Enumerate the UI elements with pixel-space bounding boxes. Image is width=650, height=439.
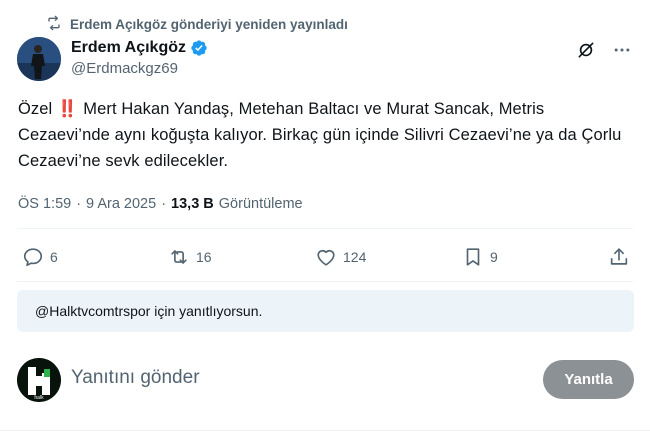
tweet-body: Mert Hakan Yandaş, Metehan Baltacı ve Mu…: [18, 100, 622, 170]
bookmark-button[interactable]: 9: [462, 246, 498, 268]
tweet-action-bar: 6 16 124 9: [22, 246, 634, 272]
double-exclamation-emoji: ‼️: [57, 100, 77, 118]
repost-indicator[interactable]: Erdem Açıkgöz gönderiyi yeniden yayınlad…: [46, 15, 348, 33]
repost-text: Erdem Açıkgöz gönderiyi yeniden yayınlad…: [70, 16, 348, 32]
author-display-name[interactable]: Erdem Açıkgöz: [71, 39, 186, 57]
repost-icon: [168, 246, 190, 268]
tweet-meta: ÖS 1:59 · 9 Ara 2025 · 13,3 B Görüntülem…: [18, 196, 303, 212]
reply-context-text[interactable]: @Halktvcomtrspor için yanıtlıyorsun.: [35, 303, 262, 319]
more-icon[interactable]: [612, 40, 632, 60]
like-count: 124: [343, 249, 367, 265]
tweet-header-actions: [576, 40, 632, 60]
grok-icon[interactable]: [576, 40, 596, 60]
share-icon: [608, 246, 630, 268]
author-handle[interactable]: @Erdmackgz69: [71, 60, 208, 77]
meta-separator: ·: [161, 196, 167, 212]
repost-icon: [46, 15, 62, 34]
like-button[interactable]: 124: [315, 246, 366, 268]
tweet-time[interactable]: ÖS 1:59: [18, 196, 71, 212]
tweet-date[interactable]: 9 Ara 2025: [86, 196, 156, 212]
verified-badge-icon[interactable]: [190, 39, 208, 57]
divider: [0, 430, 650, 431]
bookmark-count: 9: [490, 249, 498, 265]
views-count: 13,3 B: [171, 196, 214, 212]
divider: [17, 281, 633, 282]
reply-context-banner: @Halktvcomtrspor için yanıtlıyorsun.: [17, 290, 634, 332]
tweet-text: Özel ‼️ Mert Hakan Yandaş, Metehan Balta…: [18, 96, 630, 174]
meta-separator: ·: [76, 196, 82, 212]
reply-compose-input[interactable]: Yanıtını gönder: [71, 367, 200, 389]
reply-count: 6: [50, 249, 58, 265]
tweet-prefix: Özel: [18, 100, 53, 118]
reply-icon: [22, 246, 44, 268]
bookmark-icon: [462, 246, 484, 268]
author-avatar[interactable]: [17, 37, 61, 81]
author-info[interactable]: Erdem Açıkgöz @Erdmackgz69: [71, 39, 208, 77]
divider: [17, 228, 633, 229]
reply-submit-button[interactable]: Yanıtla: [543, 360, 634, 399]
share-button[interactable]: [608, 246, 630, 268]
compose-avatar-label: halk: [34, 395, 44, 401]
repost-button[interactable]: 16: [168, 246, 212, 268]
views-label: Görüntüleme: [218, 196, 303, 212]
heart-icon: [315, 246, 337, 268]
compose-avatar[interactable]: halk: [17, 358, 61, 402]
repost-count: 16: [196, 249, 212, 265]
reply-button[interactable]: 6: [22, 246, 58, 268]
